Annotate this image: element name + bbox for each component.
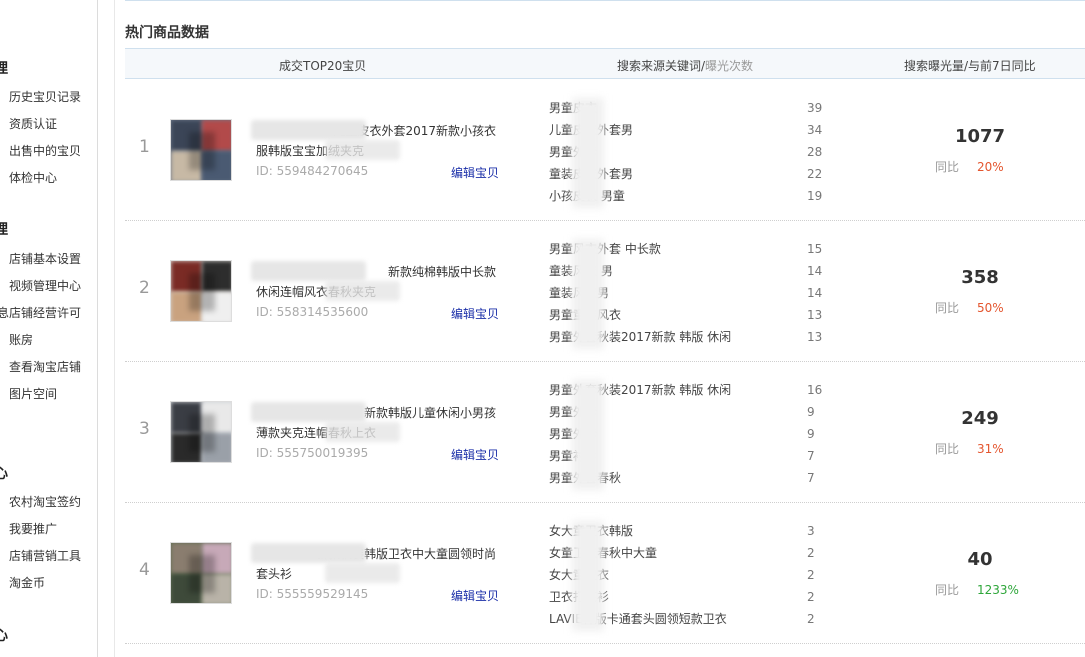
sidebar-section-head: 心: [0, 628, 8, 644]
edit-item-link[interactable]: 编辑宝贝: [451, 446, 499, 463]
privacy-blur: [572, 239, 604, 349]
privacy-blur: [251, 543, 366, 563]
sidebar-section-head: 心: [0, 466, 8, 482]
keyword-count: 22: [807, 167, 823, 181]
sidebar-nav-item[interactable]: 店铺基本设置: [9, 250, 81, 267]
compare-percent: 31%: [977, 442, 1004, 456]
exposure-value: 358: [961, 267, 999, 288]
keyword-count: 13: [807, 330, 823, 344]
edit-item-link[interactable]: 编辑宝贝: [451, 305, 499, 322]
edit-item-link[interactable]: 编辑宝贝: [451, 164, 499, 181]
keyword-count: 28: [807, 145, 823, 159]
sidebar-nav-item[interactable]: 账房: [9, 331, 33, 348]
privacy-blur: [325, 281, 400, 301]
sidebar-nav-item[interactable]: 出售中的宝贝: [9, 142, 81, 159]
sidebar-nav-item[interactable]: 农村淘宝签约: [9, 493, 81, 510]
keyword-count: 2: [807, 568, 815, 582]
compare-label: 同比: [935, 583, 960, 597]
compare-label: 同比: [935, 301, 960, 315]
exposure-value: 40: [967, 549, 993, 570]
header-keywords-main: 搜索来源关键词/: [617, 59, 706, 73]
sidebar-section-head: 理: [0, 61, 8, 77]
exposure-value: 249: [961, 408, 999, 429]
table-row: 1 儿童皮衣外套2017新款小孩衣 服韩版宝宝加绒夹克 ID: 55948427064…: [125, 80, 1085, 221]
privacy-blur: [325, 140, 400, 160]
compare-percent: 1233%: [977, 583, 1019, 597]
compare-label: 同比: [935, 160, 960, 174]
keyword-count: 9: [807, 405, 815, 419]
privacy-blur: [325, 563, 400, 583]
privacy-blur: [325, 422, 400, 442]
keyword-count: 19: [807, 189, 823, 203]
privacy-blur: [251, 261, 366, 281]
keyword-count: 7: [807, 471, 815, 485]
privacy-blur: [251, 402, 366, 422]
product-id: ID: 555559529145: [256, 587, 369, 601]
sidebar-section-head: 理: [0, 222, 8, 238]
header-exposure: 搜索曝光量/与前7日同比: [904, 59, 1036, 73]
main-panel: 热门商品数据 成交TOP20宝贝 搜索来源关键词/曝光次数 搜索曝光量/与前7日…: [114, 0, 1085, 657]
keyword-text: 男童风衣外套 中长款: [549, 242, 661, 256]
sidebar-nav-item[interactable]: 资质认证: [9, 115, 57, 132]
privacy-blur: [572, 521, 604, 631]
header-keywords-sub: 曝光次数: [705, 59, 754, 73]
compare-block: 同比 50%: [935, 299, 1004, 316]
keyword-count: 16: [807, 383, 823, 397]
keyword-count: 9: [807, 427, 815, 441]
compare-block: 同比 1233%: [935, 581, 1019, 598]
left-sidebar: 理历史宝贝记录 资质认证 出售中的宝贝 体检中心理店铺基本设置 视频管理中心 息店铺经营许…: [0, 0, 98, 657]
privacy-blur: [572, 98, 604, 208]
table-row: 3 新款韩版儿童休闲小男孩 薄款夹克连帽春秋上衣 ID: 555750019395 编辑…: [125, 362, 1085, 503]
table-row: 4 2017新款秋装韩版卫衣中大童圆领时尚 套头衫 ID: 555559529145 编…: [125, 503, 1085, 644]
compare-block: 同比 31%: [935, 440, 1004, 457]
keyword-count: 13: [807, 308, 823, 322]
product-thumbnail[interactable]: [170, 542, 232, 604]
product-id: ID: 558314535600: [256, 305, 369, 319]
rank-number: 4: [139, 560, 150, 580]
keyword-count: 2: [807, 546, 815, 560]
sidebar-nav-item[interactable]: 历史宝贝记录: [9, 88, 81, 105]
table-header: 成交TOP20宝贝 搜索来源关键词/曝光次数 搜索曝光量/与前7日同比: [125, 48, 1085, 79]
compare-percent: 50%: [977, 301, 1004, 315]
product-thumbnail[interactable]: [170, 260, 232, 322]
keyword-count: 7: [807, 449, 815, 463]
keyword-count: 14: [807, 264, 823, 278]
sidebar-nav-item[interactable]: 息店铺经营许可: [0, 304, 81, 321]
edit-item-link[interactable]: 编辑宝贝: [451, 587, 499, 604]
compare-label: 同比: [935, 442, 960, 456]
sidebar-nav-item[interactable]: 图片空间: [9, 385, 57, 402]
rank-number: 2: [139, 278, 150, 298]
keyword-count: 39: [807, 101, 823, 115]
compare-percent: 20%: [977, 160, 1004, 174]
top-divider: [125, 0, 1085, 2]
keyword-count: 2: [807, 590, 815, 604]
sidebar-nav-item[interactable]: 体检中心: [9, 169, 57, 186]
table-row: 2 新款纯棉韩版中长款 休闲连帽风衣春秋夹克 ID: 558314535600 编辑宝贝…: [125, 221, 1085, 362]
product-thumbnail[interactable]: [170, 119, 232, 181]
product-thumbnail[interactable]: [170, 401, 232, 463]
sidebar-nav-item[interactable]: 查看淘宝店铺: [9, 358, 81, 375]
section-title: 热门商品数据: [125, 25, 209, 41]
keyword-count: 3: [807, 524, 815, 538]
sidebar-nav-item[interactable]: 视频管理中心: [9, 277, 81, 294]
header-keywords: 搜索来源关键词/曝光次数: [617, 57, 753, 74]
sidebar-nav-item[interactable]: 我要推广: [9, 520, 57, 537]
keyword-count: 15: [807, 242, 823, 256]
header-top20: 成交TOP20宝贝: [279, 59, 367, 73]
rank-number: 1: [139, 137, 150, 157]
privacy-blur: [572, 380, 604, 490]
product-id: ID: 559484270645: [256, 164, 369, 178]
keyword-count: 34: [807, 123, 823, 137]
keyword-count: 2: [807, 612, 815, 626]
keyword-count: 14: [807, 286, 823, 300]
sidebar-nav-item[interactable]: 店铺营销工具: [9, 547, 81, 564]
privacy-blur: [251, 120, 366, 140]
product-id: ID: 555750019395: [256, 446, 369, 460]
sidebar-nav-item[interactable]: 淘金币: [9, 574, 45, 591]
compare-block: 同比 20%: [935, 158, 1004, 175]
rank-number: 3: [139, 419, 150, 439]
exposure-value: 1077: [954, 126, 1006, 147]
